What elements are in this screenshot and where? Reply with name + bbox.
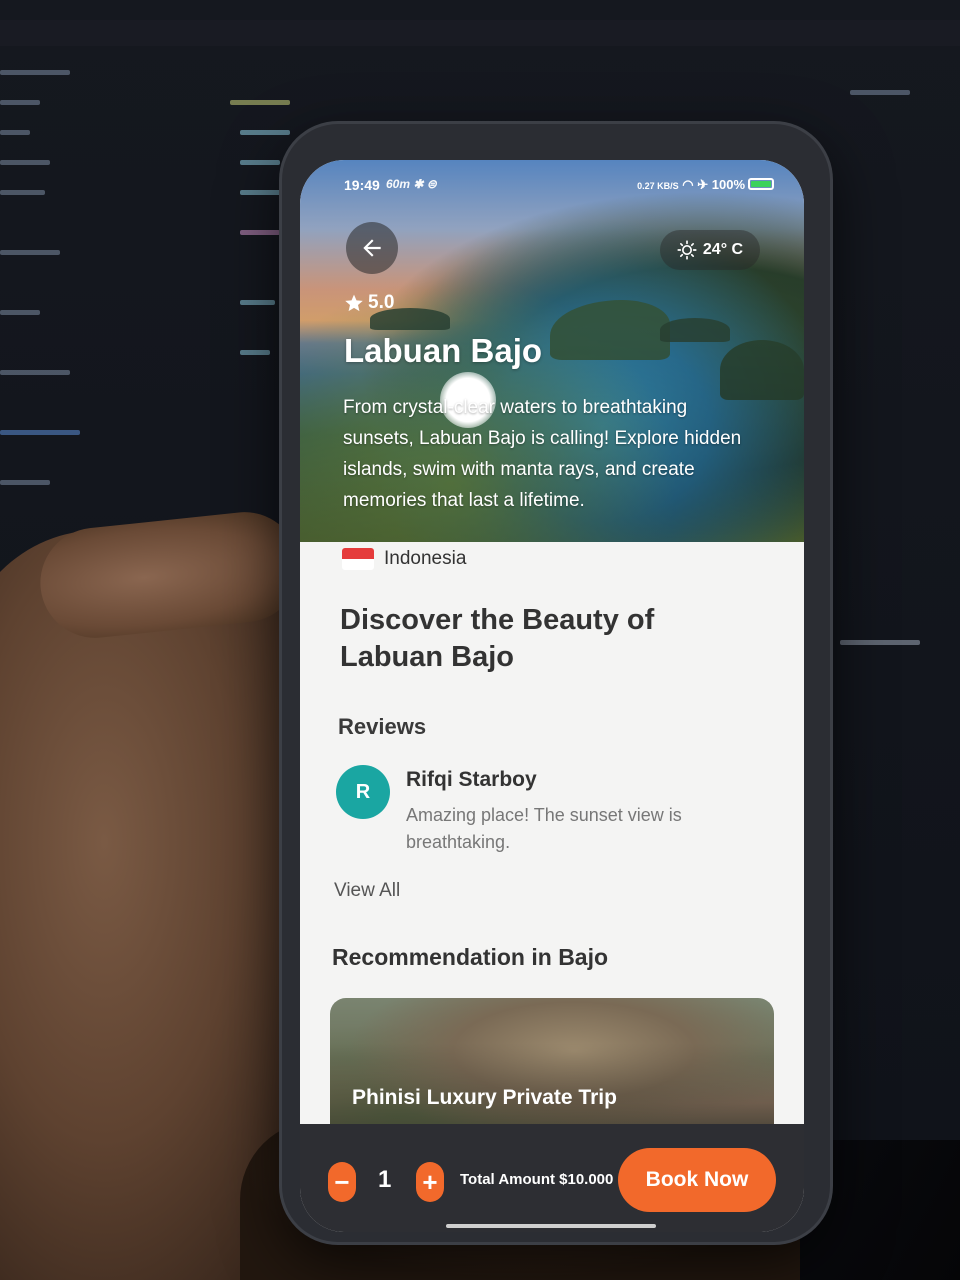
code-line [0,250,60,255]
code-line [230,100,290,105]
indonesia-flag-icon [342,548,374,570]
weather-temp: 24° C [702,241,744,258]
code-line [0,130,30,135]
code-line [240,160,280,165]
recommendation-name: Phinisi Luxury Private Trip [352,1086,617,1109]
country-name: Indonesia [384,548,467,569]
destination-description: From crystal-clear waters to breathtakin… [343,397,742,511]
reviews-heading: Reviews [338,714,427,739]
back-arrow-icon [363,239,381,257]
view-all-link[interactable]: View All [334,880,400,902]
review-text: Amazing place! The sunset view is breath… [406,805,682,852]
code-line [850,90,910,95]
rating-value: 5.0 [368,292,395,313]
home-indicator[interactable] [446,1224,656,1228]
battery-icon [748,178,774,190]
status-right: 0.27 KB/S ◠ ✈ 100% [637,177,774,193]
total-amount: Total Amount $10.000 [460,1171,614,1188]
decrease-quantity-button[interactable]: − [328,1162,356,1202]
wifi-icon: ◠ [682,177,694,192]
code-line [240,350,270,355]
status-left-icons: 60m ✱ ⊜ [386,177,437,191]
airplane-icon: ✈ [697,177,709,192]
book-now-button[interactable]: Book Now [618,1148,776,1212]
avatar: R [336,765,390,819]
rating: 5.0 [344,292,394,314]
code-line [240,230,280,235]
monitor-menubar [0,20,960,46]
code-line [0,190,45,195]
section-title: Discover the Beauty of Labuan Bajo [340,604,655,673]
status-time: 19:49 [344,177,380,193]
recommendation-heading: Recommendation in Bajo [332,944,609,970]
code-line [0,430,80,435]
booking-bar: − 1 + Total Amount $10.000 Book Now [300,1124,804,1232]
plus-icon: + [422,1166,438,1197]
hero-image: 19:49 60m ✱ ⊜ 0.27 KB/S ◠ ✈ 100% 24° C 5… [300,160,804,542]
back-button[interactable] [346,222,398,274]
code-line [0,100,40,105]
country-label: Indonesia [342,548,466,570]
reviewer-name: Rifqi Starboy [406,768,537,791]
code-line [0,370,70,375]
destination-title: Labuan Bajo [344,332,543,369]
quantity-value: 1 [378,1166,392,1193]
increase-quantity-button[interactable]: + [416,1162,444,1202]
star-icon [345,294,363,312]
battery-label: 100% [711,177,745,192]
minus-icon: − [334,1166,350,1197]
phone-screen: 19:49 60m ✱ ⊜ 0.27 KB/S ◠ ✈ 100% 24° C 5… [300,160,804,1232]
net-speed: 0.27 KB/S [637,181,679,191]
sun-icon [677,240,697,260]
status-bar: 19:49 60m ✱ ⊜ 0.27 KB/S ◠ ✈ 100% [344,176,774,196]
code-line [0,480,50,485]
code-line [240,300,275,305]
code-line [0,160,50,165]
code-line [240,190,285,195]
code-line [240,130,290,135]
weather-badge: 24° C [660,230,760,270]
code-line [0,310,40,315]
code-line [0,70,70,75]
code-line [840,640,920,645]
